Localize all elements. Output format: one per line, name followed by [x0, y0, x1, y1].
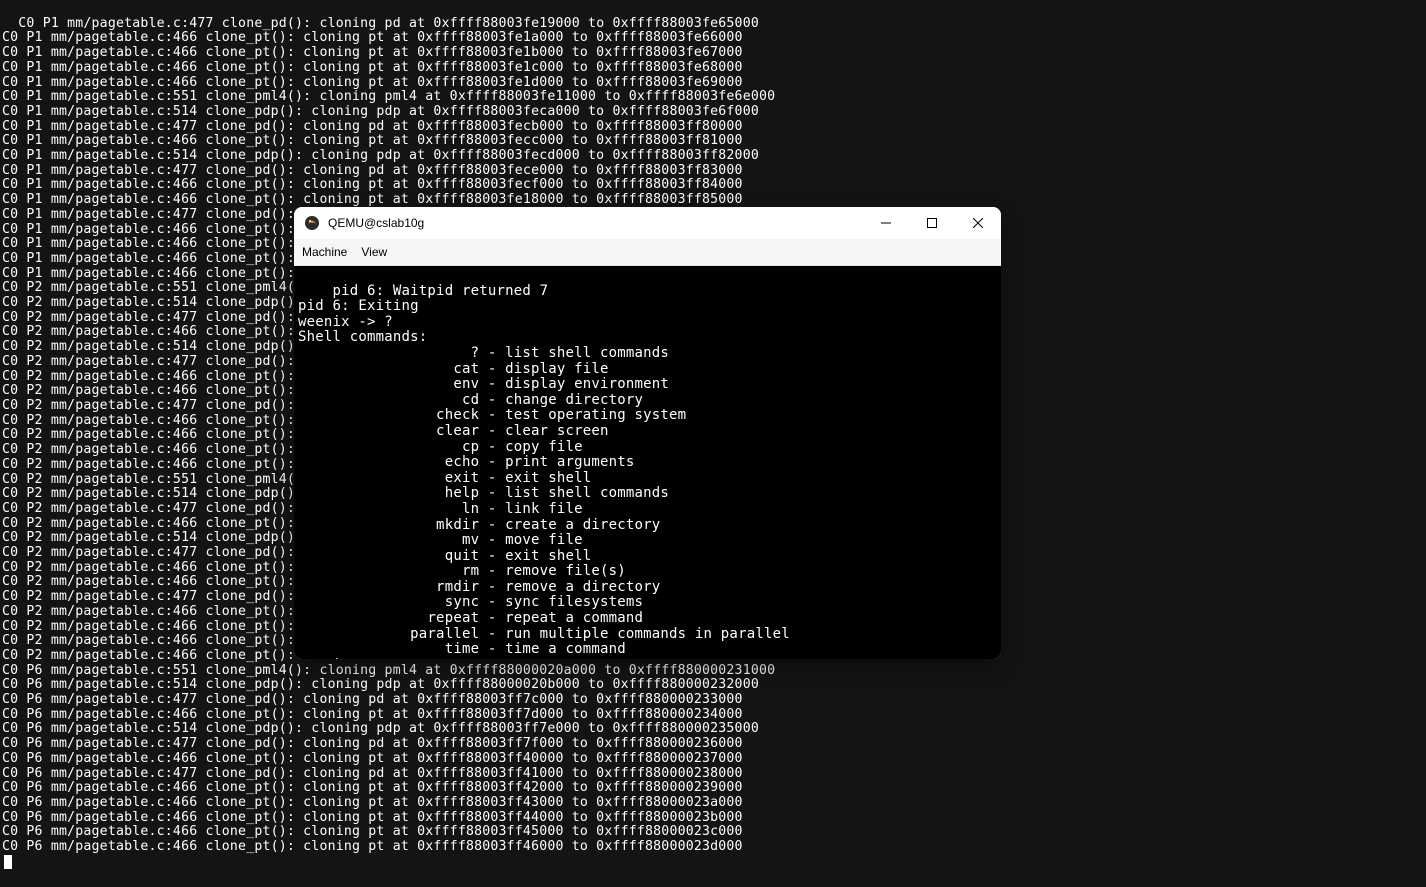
qemu-app-icon: [304, 215, 320, 231]
maximize-button[interactable]: [909, 207, 955, 239]
qemu-window[interactable]: QEMU@cslab10g Machine View pid 6: Waitpi…: [294, 207, 1001, 659]
menu-view[interactable]: View: [361, 245, 387, 260]
menu-machine[interactable]: Machine: [302, 245, 347, 260]
titlebar[interactable]: QEMU@cslab10g: [294, 207, 1001, 239]
window-title: QEMU@cslab10g: [328, 216, 424, 231]
qemu-console[interactable]: pid 6: Waitpid returned 7 pid 6: Exiting…: [294, 266, 1001, 659]
close-button[interactable]: [955, 207, 1001, 239]
minimize-button[interactable]: [863, 207, 909, 239]
qemu-console-output: pid 6: Waitpid returned 7 pid 6: Exiting…: [298, 283, 790, 659]
host-terminal-cursor: [4, 855, 12, 869]
menubar: Machine View: [294, 239, 1001, 266]
